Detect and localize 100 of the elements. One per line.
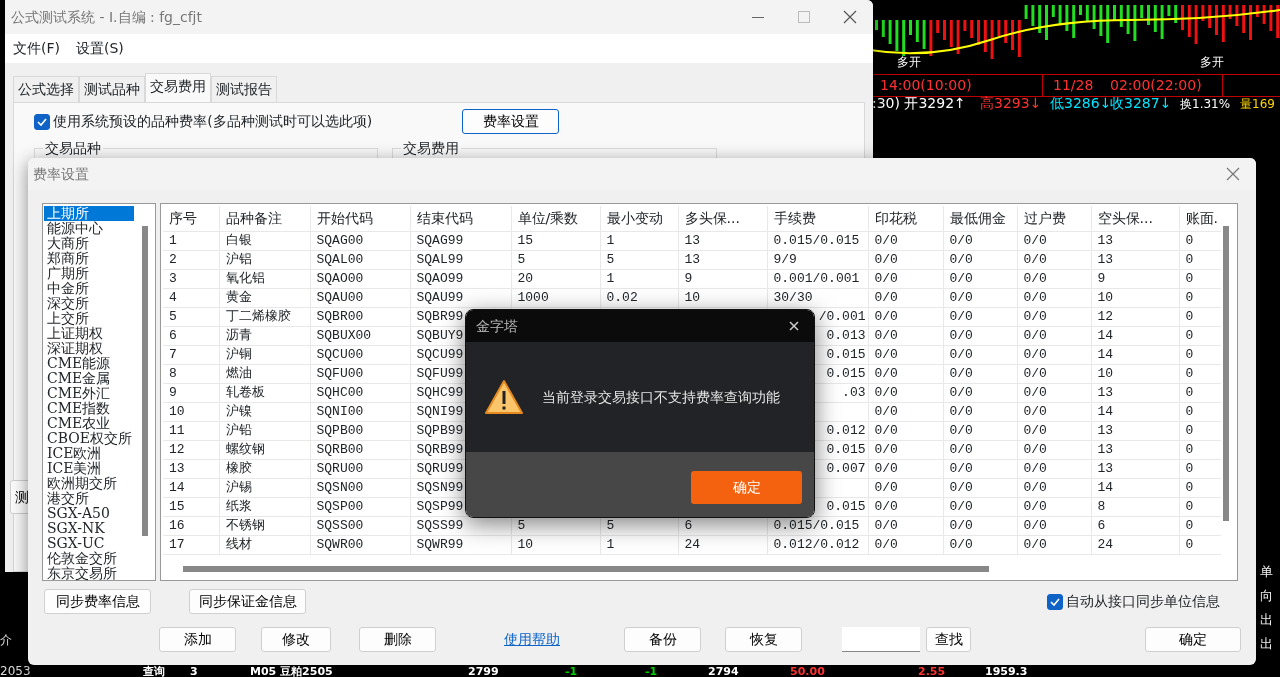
menu-item[interactable]: 设置(S) bbox=[72, 36, 128, 61]
tab[interactable]: 公式选择 bbox=[13, 76, 79, 102]
exchange-item[interactable]: 深交所 bbox=[44, 296, 134, 311]
exchange-item[interactable]: 上交所 bbox=[44, 311, 134, 326]
exchange-item[interactable]: 广期所 bbox=[44, 266, 134, 281]
table-cell: 0 bbox=[1179, 440, 1221, 459]
table-cell: 8 bbox=[1091, 497, 1179, 516]
action-button[interactable]: 修改 bbox=[261, 627, 331, 652]
table-cell: 0/0 bbox=[1017, 383, 1091, 402]
exchange-item[interactable]: CBOE权交所 bbox=[44, 431, 134, 446]
column-header[interactable]: 序号 bbox=[163, 206, 219, 231]
checkbox[interactable] bbox=[34, 113, 50, 130]
column-header[interactable]: 结束代码 bbox=[410, 206, 511, 231]
column-header[interactable]: 手续费 bbox=[767, 206, 868, 231]
column-header[interactable]: 多头保... bbox=[678, 206, 767, 231]
table-cell: 1 bbox=[163, 231, 219, 250]
action-button[interactable]: 查找 bbox=[926, 627, 971, 652]
table-cell: 0/0 bbox=[868, 459, 943, 478]
exchange-item[interactable]: 大商所 bbox=[44, 236, 134, 251]
sync-button[interactable]: 同步费率信息 bbox=[44, 589, 151, 614]
table-cell: 0/0 bbox=[943, 269, 1017, 288]
column-header[interactable]: 印花税 bbox=[868, 206, 943, 231]
table-cell: 0/0 bbox=[1017, 478, 1091, 497]
menu-item[interactable]: 文件(F) bbox=[9, 36, 64, 61]
table-cell: 2 bbox=[163, 250, 219, 269]
table-cell: 0 bbox=[1179, 364, 1221, 383]
table-cell: 0/0 bbox=[1017, 497, 1091, 516]
sync-button[interactable]: 同步保证金信息 bbox=[189, 589, 306, 614]
table-cell: 0/0 bbox=[1017, 535, 1091, 554]
exchange-item[interactable]: 中金所 bbox=[44, 281, 134, 296]
column-header[interactable]: 品种备注 bbox=[219, 206, 310, 231]
exchange-item[interactable]: SGX-UC bbox=[44, 536, 134, 551]
action-button[interactable]: 删除 bbox=[359, 627, 436, 652]
exchange-item[interactable]: 东京交易所 bbox=[44, 566, 134, 581]
time-label: 02:00(22:00) bbox=[1110, 78, 1202, 94]
exchange-item[interactable]: CME能源 bbox=[44, 356, 134, 371]
table-cell: SQSP00 bbox=[310, 497, 410, 516]
column-header[interactable]: 开始代码 bbox=[310, 206, 410, 231]
tab[interactable]: 测试报告 bbox=[211, 76, 277, 102]
search-field[interactable] bbox=[842, 627, 920, 652]
table-cell: 0/0 bbox=[1017, 516, 1091, 535]
table-cell: 13 bbox=[163, 459, 219, 478]
exchange-item[interactable]: 伦敦金交所 bbox=[44, 551, 134, 566]
exchange-item[interactable]: CME金属 bbox=[44, 371, 134, 386]
table-cell: SQRU00 bbox=[310, 459, 410, 478]
close-icon bbox=[789, 321, 799, 331]
table-cell: 0 bbox=[1179, 231, 1221, 250]
tab[interactable]: 测试品种 bbox=[79, 76, 145, 102]
table-cell: SQWR00 bbox=[310, 535, 410, 554]
table-cell: 橡胶 bbox=[219, 459, 310, 478]
table-cell: 1000 bbox=[511, 288, 600, 307]
exchange-item[interactable]: 港交所 bbox=[44, 491, 134, 506]
table-cell: 0/0 bbox=[943, 307, 1017, 326]
table-cell: 0/0 bbox=[868, 345, 943, 364]
table-cell: 0.02 bbox=[600, 288, 678, 307]
column-header[interactable]: 单位/乘数 bbox=[511, 206, 600, 231]
table-cell: SQAO00 bbox=[310, 269, 410, 288]
exchange-item[interactable]: CME外汇 bbox=[44, 386, 134, 401]
exchange-item[interactable]: 上期所 bbox=[44, 206, 134, 221]
exchange-item[interactable]: CME指数 bbox=[44, 401, 134, 416]
side-label: 向 bbox=[1260, 589, 1273, 604]
tab[interactable]: 交易费用 bbox=[145, 73, 211, 102]
table-cell: 10 bbox=[163, 402, 219, 421]
quote-value: 量169 bbox=[1240, 98, 1275, 112]
exchange-item[interactable]: 上证期权 bbox=[44, 326, 134, 341]
exchange-item[interactable]: SGX-NK bbox=[44, 521, 134, 536]
quote-cell: 1959.3 bbox=[985, 666, 1028, 677]
column-header[interactable]: 空头保... bbox=[1091, 206, 1179, 231]
table-cell: 沪镍 bbox=[219, 402, 310, 421]
table-cell: 10 bbox=[511, 535, 600, 554]
ok-button[interactable]: 确定 bbox=[1145, 627, 1241, 652]
column-header[interactable]: 最小变动 bbox=[600, 206, 678, 231]
table-cell: 0/0 bbox=[868, 288, 943, 307]
action-button[interactable]: 添加 bbox=[159, 627, 236, 652]
exchange-item[interactable]: CME农业 bbox=[44, 416, 134, 431]
scrollbar-thumb[interactable] bbox=[142, 226, 148, 536]
help-link[interactable]: 使用帮助 bbox=[504, 629, 560, 650]
table-cell: 丁二烯橡胶 bbox=[219, 307, 310, 326]
action-button[interactable]: 备份 bbox=[624, 627, 701, 652]
table-cell: 0/0 bbox=[1017, 402, 1091, 421]
table-cell: 不锈钢 bbox=[219, 516, 310, 535]
scrollbar-thumb[interactable] bbox=[183, 566, 989, 572]
column-header[interactable]: 过户费 bbox=[1017, 206, 1091, 231]
exchange-item[interactable]: 深证期权 bbox=[44, 341, 134, 356]
exchange-item[interactable]: ICE美洲 bbox=[44, 461, 134, 476]
table-cell: 13 bbox=[678, 250, 767, 269]
exchange-item[interactable]: 郑商所 bbox=[44, 251, 134, 266]
table-cell: 0/0 bbox=[868, 497, 943, 516]
exchange-item[interactable]: 欧洲期交所 bbox=[44, 476, 134, 491]
exchange-item[interactable]: SGX-A50 bbox=[44, 506, 134, 521]
scrollbar-thumb[interactable] bbox=[1223, 226, 1229, 521]
checkbox[interactable] bbox=[1046, 593, 1063, 610]
table-cell: 6 bbox=[1091, 516, 1179, 535]
action-button[interactable]: 恢复 bbox=[725, 627, 802, 652]
column-header[interactable]: 最低佣金 bbox=[943, 206, 1017, 231]
exchange-item[interactable]: 能源中心 bbox=[44, 221, 134, 236]
table-cell: SQNI00 bbox=[310, 402, 410, 421]
column-header[interactable]: 账面. bbox=[1179, 206, 1221, 231]
rate-settings-button[interactable]: 费率设置 bbox=[462, 109, 560, 134]
exchange-item[interactable]: ICE欧洲 bbox=[44, 446, 134, 461]
